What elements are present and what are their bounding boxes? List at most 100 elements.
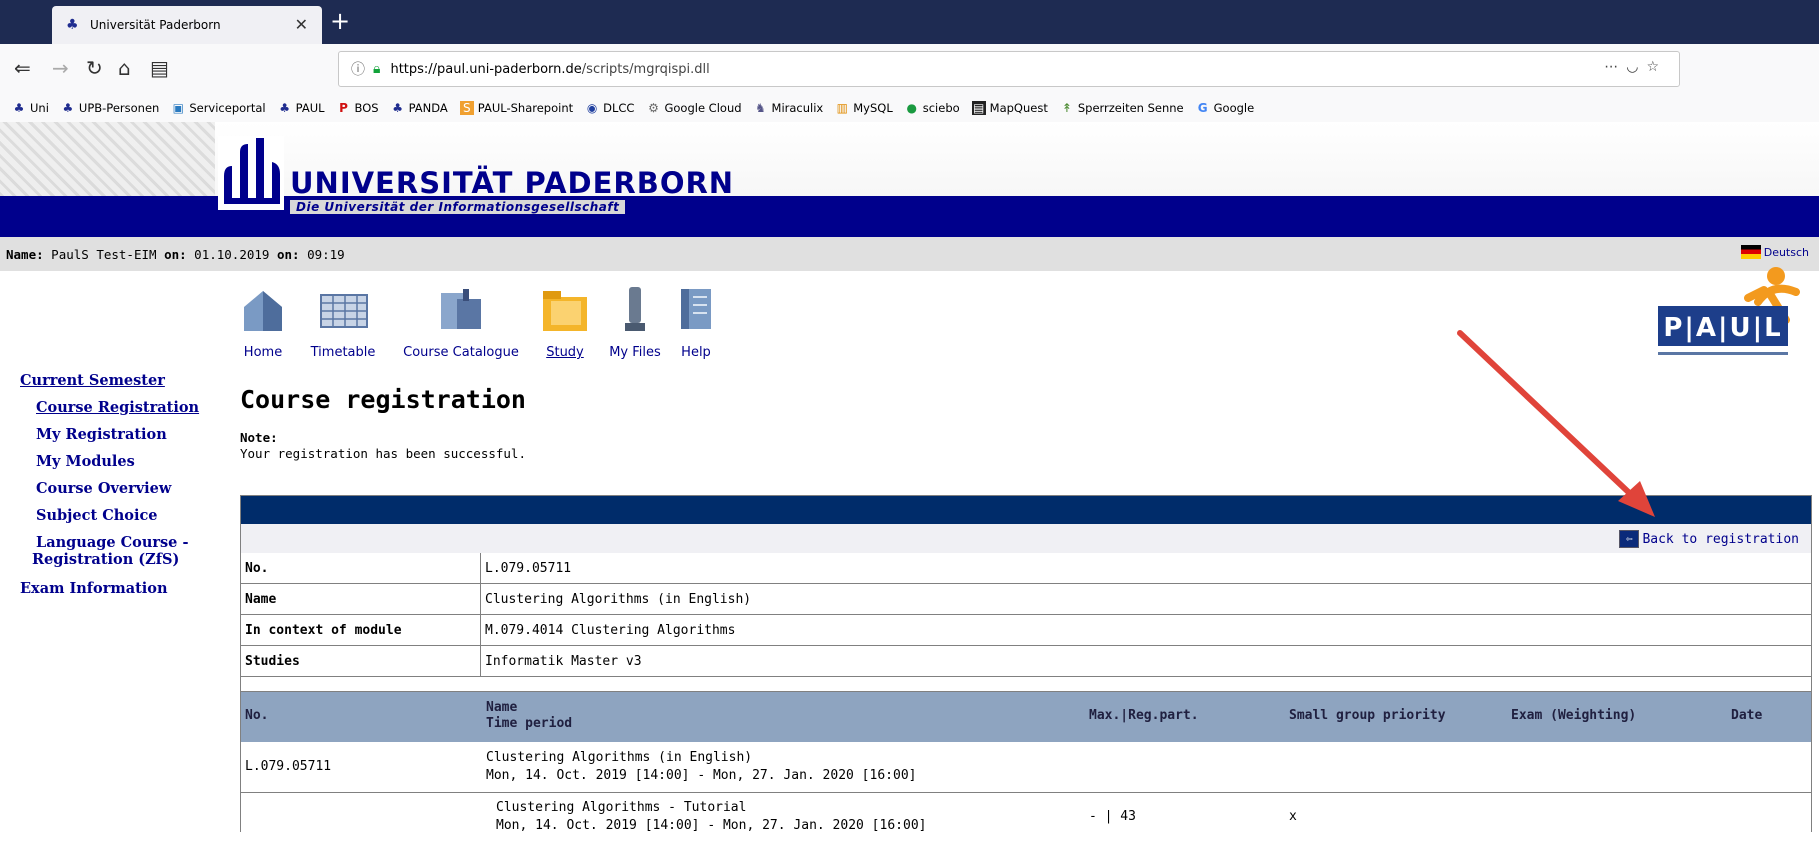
column-header-max-reg: Max.|Reg.part. (1089, 708, 1199, 723)
home-icon[interactable]: ⌂ (118, 56, 131, 80)
detail-row-module: In context of module M.079.4014 Clusterin… (241, 614, 1811, 646)
forward-arrow-icon[interactable]: → (52, 56, 69, 80)
menu-label: Course Catalogue (403, 345, 519, 360)
menu-my-files[interactable]: My Files (600, 285, 670, 360)
language-label: Deutsch (1763, 245, 1809, 259)
bookmark-label: DLCC (603, 101, 635, 115)
column-header-name: Name (486, 700, 518, 715)
bookmark-miraculix[interactable]: ♞ Miraculix (754, 101, 823, 115)
sidebar-item-label: Language Course - (36, 534, 189, 551)
university-slogan: Die Universität der Informationsgesellsc… (290, 200, 626, 214)
gear-icon: ⚙ (648, 101, 659, 115)
bookmark-google[interactable]: G Google (1196, 101, 1255, 115)
url-path: /scripts/mgrqispi.dll (581, 61, 710, 77)
uni-logo-icon: ♣ (279, 101, 291, 115)
course-catalogue-icon (441, 289, 481, 329)
tree-icon: ↟ (1061, 101, 1072, 115)
new-tab-icon[interactable]: + (330, 7, 350, 35)
session-time: 09:19 (307, 246, 345, 262)
sidebar-item-my-modules[interactable]: My Modules (36, 453, 210, 470)
bookmark-label: Google (1213, 101, 1255, 115)
close-tab-icon[interactable]: ✕ (295, 15, 308, 34)
back-arrow-icon: ⇦ (1619, 530, 1640, 548)
reload-icon[interactable]: ↻ (86, 56, 103, 80)
star-icon[interactable]: ☆ (1646, 59, 1667, 75)
on-label: on: (276, 246, 300, 262)
browser-tab[interactable]: ♣ Universität Paderborn ✕ (52, 6, 322, 44)
column-header-priority: Small group priority (1289, 708, 1446, 723)
menu-home[interactable]: Home (228, 285, 298, 360)
url-host: https://paul.uni-paderborn.de (390, 61, 582, 77)
menu-help[interactable]: Help (666, 285, 726, 360)
bookmark-sperrzeiten[interactable]: ↟ Sperrzeiten Senne (1060, 101, 1184, 115)
more-icon[interactable]: ⋯ (1604, 59, 1626, 75)
google-icon: G (1197, 101, 1208, 115)
bookmark-upb-personen[interactable]: ♣ UPB-Personen (61, 101, 160, 115)
bookmark-mapquest[interactable]: ▤ MapQuest (971, 101, 1048, 115)
page-actions: ⋯◡☆ (1604, 59, 1667, 75)
menu-label: Study (546, 345, 584, 360)
bookmark-label: sciebo (922, 101, 960, 115)
sidebar-item-current-semester[interactable]: Current Semester (20, 372, 210, 389)
bookmark-label: Serviceportal (189, 101, 266, 115)
menu-course-catalogue[interactable]: Course Catalogue (396, 285, 526, 360)
priority-value: x (1289, 809, 1297, 824)
sidebar-item-my-registration[interactable]: My Registration (36, 426, 210, 443)
lock-icon: 🔒︎ (373, 61, 381, 77)
portal-icon: ▣ (172, 101, 184, 115)
banner-decoration (0, 122, 215, 196)
sidebar-item-language-course[interactable]: Language Course - Registration (ZfS) (32, 534, 210, 568)
mapquest-icon: ▤ (971, 101, 986, 115)
sidebar-item-course-overview[interactable]: Course Overview (36, 480, 210, 497)
panel-subheader: ⇦ Back to registration (241, 524, 1811, 553)
menu-timetable[interactable]: Timetable (298, 285, 388, 360)
menu-label: My Files (609, 345, 661, 360)
bookmark-sciebo[interactable]: ● sciebo (905, 101, 960, 115)
svg-text:P|A|U|L: P|A|U|L (1663, 313, 1782, 343)
pocket-icon[interactable]: ◡ (1626, 59, 1646, 75)
bookmark-mysql[interactable]: ▥ MySQL (835, 101, 893, 115)
back-arrow-icon[interactable]: ⇐ (14, 56, 31, 80)
url-bar[interactable]: ⓘ 🔒︎ https://paul.uni-paderborn.de/scrip… (338, 51, 1680, 87)
menu-label: Help (681, 345, 711, 360)
bookmark-dlcc[interactable]: ◉ DLCC (585, 101, 635, 115)
bos-icon: P (339, 101, 348, 115)
detail-value: Clustering Algorithms (in English) (485, 591, 752, 607)
bookmark-paul[interactable]: ♣ PAUL (278, 101, 324, 115)
bookmark-panda[interactable]: ♣ PANDA (391, 101, 448, 115)
sharepoint-icon: S (459, 101, 474, 115)
sidebar-item-subject-choice[interactable]: Subject Choice (36, 507, 210, 524)
bookmark-google-cloud[interactable]: ⚙ Google Cloud (646, 101, 741, 115)
detail-key: In context of module (241, 615, 481, 645)
navigation-bar: ⇐ → ↻ ⌂ ▤ ⓘ 🔒︎ https://paul.uni-paderbor… (0, 44, 1819, 95)
bookmark-paul-sharepoint[interactable]: S PAUL-Sharepoint (459, 101, 573, 115)
sidebar-item-course-registration[interactable]: Course Registration (36, 399, 210, 416)
note-text: Your registration has been successful. (240, 446, 526, 461)
note-label: Note: (240, 430, 278, 445)
course-name: Clustering Algorithms (in English) (486, 750, 753, 765)
detail-value: Informatik Master v3 (485, 653, 642, 669)
course-number: L.079.05711 (245, 759, 332, 774)
print-icon[interactable]: ▤ (150, 56, 169, 80)
registration-panel: ⇦ Back to registration No. L.079.05711 Na… (240, 495, 1812, 833)
sidebar-navigation: Current Semester Course Registration My … (20, 372, 210, 607)
bookmark-uni[interactable]: ♣ Uni (12, 101, 49, 115)
sidebar-item-exam-information[interactable]: Exam Information (20, 580, 210, 597)
language-switch[interactable]: Deutsch (1740, 245, 1809, 259)
uni-logo-icon: ♣ (392, 101, 403, 115)
back-to-registration-link[interactable]: ⇦ Back to registration (1619, 530, 1799, 548)
course-name: Clustering Algorithms - Tutorial (496, 800, 747, 815)
page-title: Course registration (240, 385, 526, 414)
menu-study[interactable]: Study (530, 285, 600, 360)
dlcc-icon: ◉ (586, 101, 598, 115)
university-logo-icon[interactable] (218, 136, 284, 210)
info-icon[interactable]: ⓘ (351, 59, 365, 79)
home-house-icon (244, 291, 282, 331)
detail-key: No. (241, 553, 481, 583)
bookmark-bos[interactable]: P BOS (337, 101, 378, 115)
session-date: 01.10.2019 (194, 246, 270, 262)
bookmark-serviceportal[interactable]: ▣ Serviceportal (171, 101, 266, 115)
timetable-grid-icon (320, 294, 368, 328)
on-label: on: (164, 246, 187, 262)
course-table-header: No. Name Time period Max.|Reg.part. Smal… (241, 691, 1811, 742)
